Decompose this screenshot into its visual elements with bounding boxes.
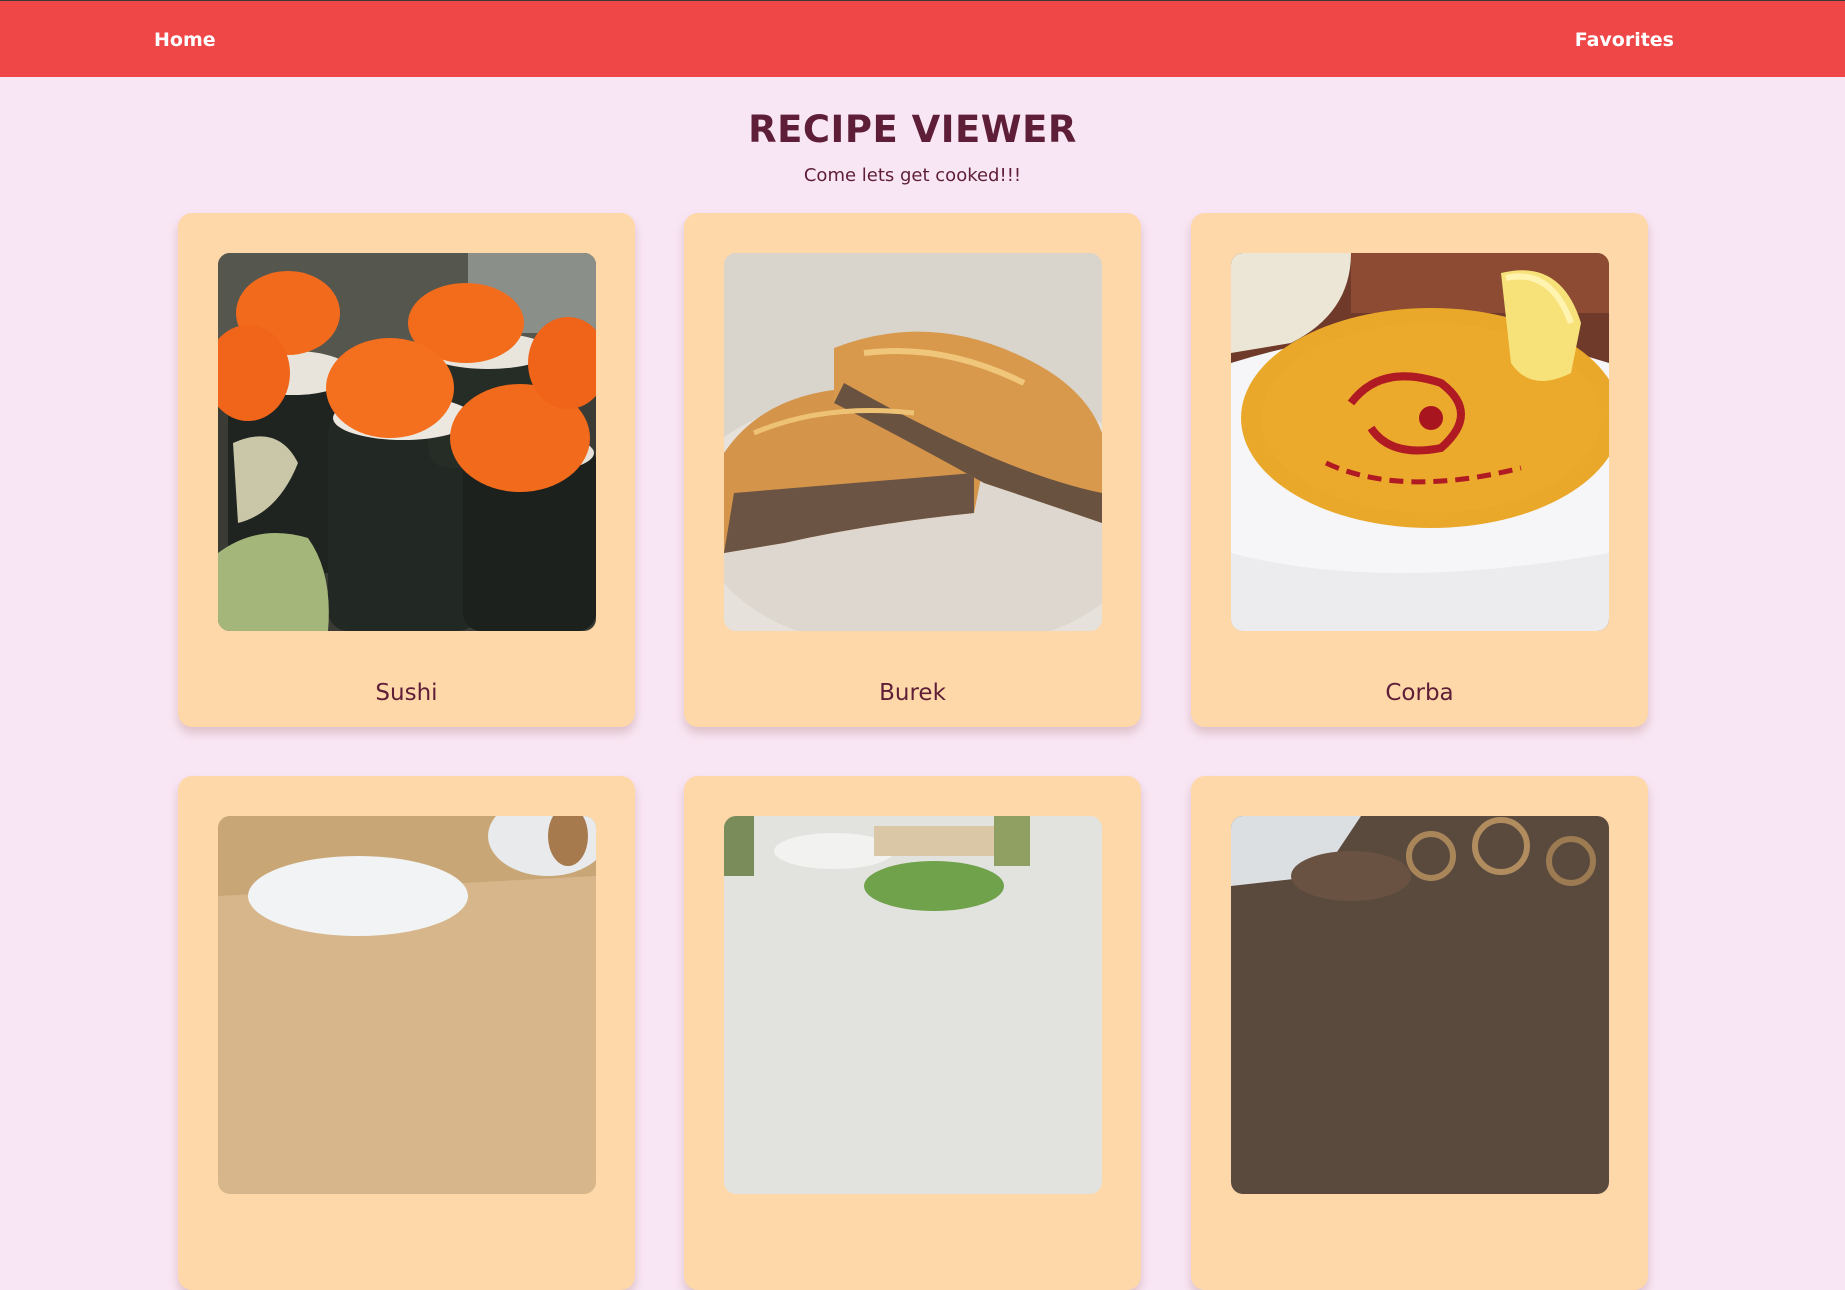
nav-home-link[interactable]: Home <box>154 29 216 51</box>
corba-image <box>1231 253 1609 631</box>
recipe-image <box>218 816 596 1194</box>
recipe-image <box>1231 816 1609 1194</box>
nav-favorites-link[interactable]: Favorites <box>1575 29 1674 51</box>
page-title: RECIPE VIEWER <box>748 108 1077 151</box>
navbar: Home Favorites <box>0 0 1845 77</box>
recipe-card-title: Sushi <box>375 680 438 706</box>
recipe-card-corba[interactable]: Corba <box>1191 213 1648 727</box>
recipe-card[interactable] <box>684 776 1141 1290</box>
recipe-card-burek[interactable]: Burek <box>684 213 1141 727</box>
burek-image <box>724 253 1102 631</box>
recipe-image <box>724 816 1102 1194</box>
recipe-card-title: Corba <box>1385 680 1454 706</box>
recipe-card-title: Burek <box>879 680 946 706</box>
sushi-image <box>218 253 596 631</box>
recipe-card[interactable] <box>1191 776 1648 1290</box>
recipe-card-sushi[interactable]: Sushi <box>178 213 635 727</box>
recipe-card[interactable] <box>178 776 635 1290</box>
page-subtitle: Come lets get cooked!!! <box>803 165 1022 186</box>
